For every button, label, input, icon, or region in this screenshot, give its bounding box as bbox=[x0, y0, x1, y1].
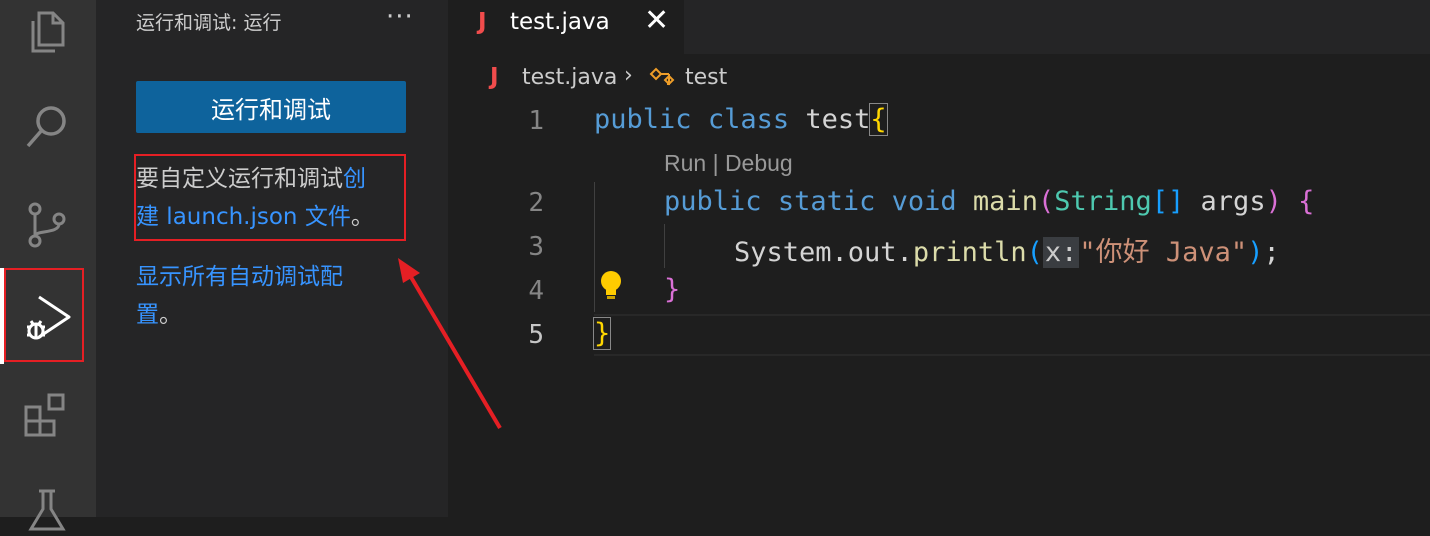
chevron-right-icon: › bbox=[624, 63, 633, 88]
line-number: 3 bbox=[528, 232, 544, 262]
class-symbol-icon bbox=[649, 67, 675, 86]
breadcrumb: J test.java › test bbox=[448, 54, 1430, 100]
tab-test-java[interactable]: J test.java ✕ bbox=[448, 0, 684, 54]
current-line-highlight bbox=[594, 314, 1430, 356]
more-actions-button[interactable]: ··· bbox=[386, 2, 414, 32]
java-file-icon: J bbox=[490, 64, 499, 90]
run-and-debug-button[interactable]: 运行和调试 bbox=[136, 81, 406, 133]
testing-icon[interactable] bbox=[18, 478, 76, 536]
lightbulb-icon[interactable] bbox=[598, 270, 624, 300]
code-line-5: } bbox=[592, 317, 612, 350]
line-number: 5 bbox=[528, 320, 544, 350]
line-number: 2 bbox=[528, 188, 544, 218]
breadcrumb-class[interactable]: test bbox=[685, 65, 727, 90]
indent-guide bbox=[664, 224, 665, 268]
code-editor[interactable]: 1 2 3 4 5 public class test{ Run | Debug… bbox=[448, 100, 1430, 517]
run-debug-sidebar: 运行和调试: 运行 ··· 运行和调试 要自定义运行和调试创建 launch.j… bbox=[96, 0, 448, 517]
java-file-icon: J bbox=[478, 9, 487, 35]
parameter-hint: x: bbox=[1042, 237, 1080, 268]
search-icon[interactable] bbox=[18, 98, 76, 156]
close-icon[interactable]: ✕ bbox=[644, 3, 669, 38]
source-control-icon[interactable] bbox=[18, 196, 76, 254]
annotation-box-run-debug bbox=[4, 268, 84, 362]
code-line-2: public static void main(String[] args) { bbox=[664, 186, 1315, 217]
line-number: 1 bbox=[528, 106, 544, 136]
codelens-run-debug[interactable]: Run | Debug bbox=[664, 150, 793, 177]
editor-tab-bar: J test.java ✕ bbox=[448, 0, 1430, 54]
sidebar-title: 运行和调试: 运行 bbox=[136, 12, 282, 34]
extensions-icon[interactable] bbox=[18, 388, 76, 446]
show-all-debug-configs-link[interactable]: 显示所有自动调试配 置。 bbox=[136, 258, 386, 334]
breadcrumb-file[interactable]: test.java bbox=[522, 65, 617, 90]
annotation-box-hint bbox=[134, 154, 406, 241]
code-line-4: } bbox=[664, 274, 681, 305]
activity-bar bbox=[0, 0, 96, 531]
explorer-icon[interactable] bbox=[18, 4, 76, 62]
tab-label: test.java bbox=[510, 9, 610, 35]
line-number: 4 bbox=[528, 276, 544, 306]
code-line-3: System.out.println(x:"你好 Java"); bbox=[734, 237, 1280, 268]
code-line-1: public class test{ bbox=[594, 103, 888, 136]
indent-guide bbox=[594, 182, 595, 312]
